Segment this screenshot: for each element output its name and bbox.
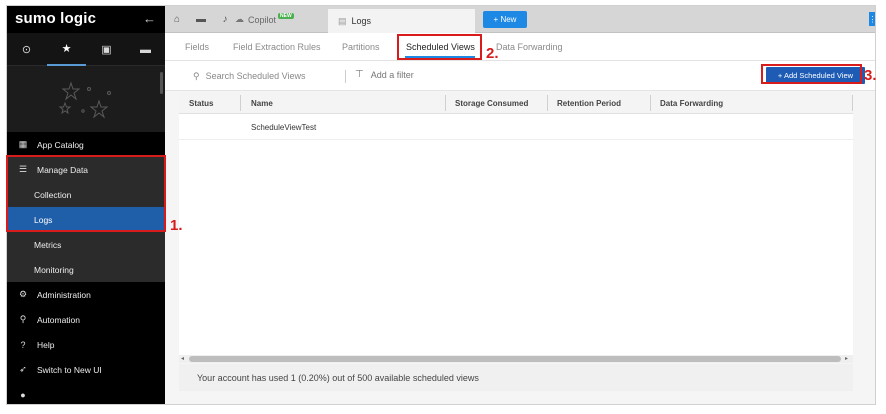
scroll-right-icon[interactable]: ▸ xyxy=(845,355,848,362)
tab-fields[interactable]: Fields xyxy=(185,42,209,52)
sidebar-item-administration[interactable]: ⚙ Administration xyxy=(7,282,165,307)
divider xyxy=(345,70,346,83)
annotation-label-2: 2. xyxy=(486,45,499,62)
tab-field-extraction-rules[interactable]: Field Extraction Rules xyxy=(233,42,321,52)
scroll-left-icon[interactable]: ◂ xyxy=(181,355,184,362)
clock-icon[interactable]: ⊙ xyxy=(7,33,46,66)
column-header-name[interactable]: Name xyxy=(251,92,273,114)
sidebar-item-app-catalog[interactable]: ▦ App Catalog xyxy=(7,132,165,157)
sidebar-item-label: Metrics xyxy=(34,239,62,250)
folder-icon[interactable]: ▬ xyxy=(126,33,165,66)
empty-favorites-stars-icon xyxy=(58,81,111,119)
table-header: Status Name Storage Consumed Retention P… xyxy=(179,92,853,114)
database-icon: ☰ xyxy=(18,164,28,174)
new-tab-button[interactable]: + New xyxy=(483,11,527,28)
tab-scheduled-views[interactable]: Scheduled Views xyxy=(406,42,475,52)
sidebar-item-collection[interactable]: Collection xyxy=(7,182,165,207)
sidebar-item-label: Manage Data xyxy=(37,164,89,175)
filter-bar: ⚲ ⊤ Add a filter + Add Scheduled View xyxy=(165,61,875,91)
rocket-icon: ➶ xyxy=(19,364,27,374)
sidebar-item-label: Switch to New UI xyxy=(37,364,102,375)
sidebar: sumo logic ← ⊙ ★ ▣ ▬ ▦ App Catalog ☰ Man… xyxy=(7,6,165,404)
usage-text: Your account has used 1 (0.20%) out of 5… xyxy=(197,372,479,383)
search-box: ⚲ xyxy=(193,68,353,84)
sidebar-item-label: App Catalog xyxy=(37,139,84,150)
grid-icon: ▦ xyxy=(18,139,28,149)
sidebar-item-label: Logs xyxy=(34,214,53,225)
search-input[interactable] xyxy=(205,71,336,81)
brand-logo: sumo logic xyxy=(15,10,97,27)
horizontal-scrollbar[interactable]: ◂ ▸ xyxy=(179,355,853,363)
sidebar-item-label: Help xyxy=(37,339,55,350)
bell-icon[interactable]: ♪ xyxy=(215,6,235,33)
active-tab-indicator xyxy=(405,56,475,58)
sidebar-item-automation[interactable]: ⚲ Automation xyxy=(7,307,165,332)
user-folder-icon[interactable]: ▣ xyxy=(87,33,126,66)
sidebar-item-logs[interactable]: Logs xyxy=(7,207,165,232)
scrollbar-thumb[interactable] xyxy=(189,356,841,362)
sidebar-item-label: Administration xyxy=(37,289,91,300)
automation-icon: ⚲ xyxy=(19,314,27,324)
column-header-retention[interactable]: Retention Period xyxy=(557,92,621,114)
add-filter-button[interactable]: ⊤ Add a filter xyxy=(355,69,414,80)
sidebar-item-switch-ui[interactable]: ➶ Switch to New UI xyxy=(7,357,165,382)
search-icon: ⚲ xyxy=(193,70,200,81)
help-icon: ? xyxy=(20,339,26,350)
tab-copilot[interactable]: ☁ Copilot NEW xyxy=(235,6,294,33)
favorites-panel xyxy=(7,66,165,132)
document-icon: ▤ xyxy=(338,15,347,26)
table-row[interactable]: ScheduleViewTest xyxy=(179,114,853,140)
add-scheduled-view-button[interactable]: + Add Scheduled View xyxy=(766,67,865,84)
home-icon[interactable]: ⌂ xyxy=(167,6,187,33)
column-header-forwarding[interactable]: Data Forwarding xyxy=(660,92,723,114)
column-header-storage[interactable]: Storage Consumed xyxy=(455,92,528,114)
scheduled-views-table: Status Name Storage Consumed Retention P… xyxy=(179,92,853,362)
sidebar-item-label: Collection xyxy=(34,189,72,200)
arrow-left-icon[interactable]: ← xyxy=(143,11,156,26)
tab-logs[interactable]: ▤ Logs xyxy=(328,9,475,33)
cell-name: ScheduleViewTest xyxy=(251,122,317,132)
filter-icon: ⊤ xyxy=(355,69,364,80)
star-icon[interactable]: ★ xyxy=(47,33,86,66)
tab-data-forwarding[interactable]: Data Forwarding xyxy=(496,42,563,52)
sidebar-tabs: ⊙ ★ ▣ ▬ xyxy=(7,33,165,66)
sidebar-item-monitoring[interactable]: Monitoring xyxy=(7,257,165,282)
usage-footer: Your account has used 1 (0.20%) out of 5… xyxy=(179,364,853,391)
sidebar-item-label: Monitoring xyxy=(34,264,74,275)
manage-data-tabs: Fields Field Extraction Rules Partitions… xyxy=(165,34,875,61)
new-badge: NEW xyxy=(278,12,294,19)
sidebar-item-user[interactable]: ● xyxy=(7,382,165,404)
tab-partitions[interactable]: Partitions xyxy=(342,42,380,52)
copilot-icon: ☁ xyxy=(235,14,244,24)
sidebar-scrollbar[interactable] xyxy=(160,72,163,94)
sidebar-item-metrics[interactable]: Metrics xyxy=(7,232,165,257)
annotation-label-3: 3. xyxy=(864,67,877,84)
gear-icon: ⚙ xyxy=(18,289,28,299)
sidebar-item-help[interactable]: ? Help xyxy=(7,332,165,357)
folder-icon[interactable]: ▬ xyxy=(191,6,211,33)
annotation-label-1: 1. xyxy=(170,217,183,234)
tab-label: Logs xyxy=(351,16,372,26)
add-filter-label: Add a filter xyxy=(370,69,414,80)
tab-bar: ⌂ ▬ ♪ ☁ Copilot NEW ▤ Logs + New ⋮ xyxy=(165,6,875,33)
sidebar-item-label: Automation xyxy=(37,314,80,325)
sidebar-item-manage-data[interactable]: ☰ Manage Data xyxy=(7,157,165,182)
tab-label: Copilot xyxy=(248,14,277,25)
brand-bar: sumo logic ← xyxy=(7,6,165,33)
column-header-status[interactable]: Status xyxy=(189,92,213,114)
more-menu-icon[interactable]: ⋮ xyxy=(869,12,875,26)
user-icon: ● xyxy=(20,389,26,400)
